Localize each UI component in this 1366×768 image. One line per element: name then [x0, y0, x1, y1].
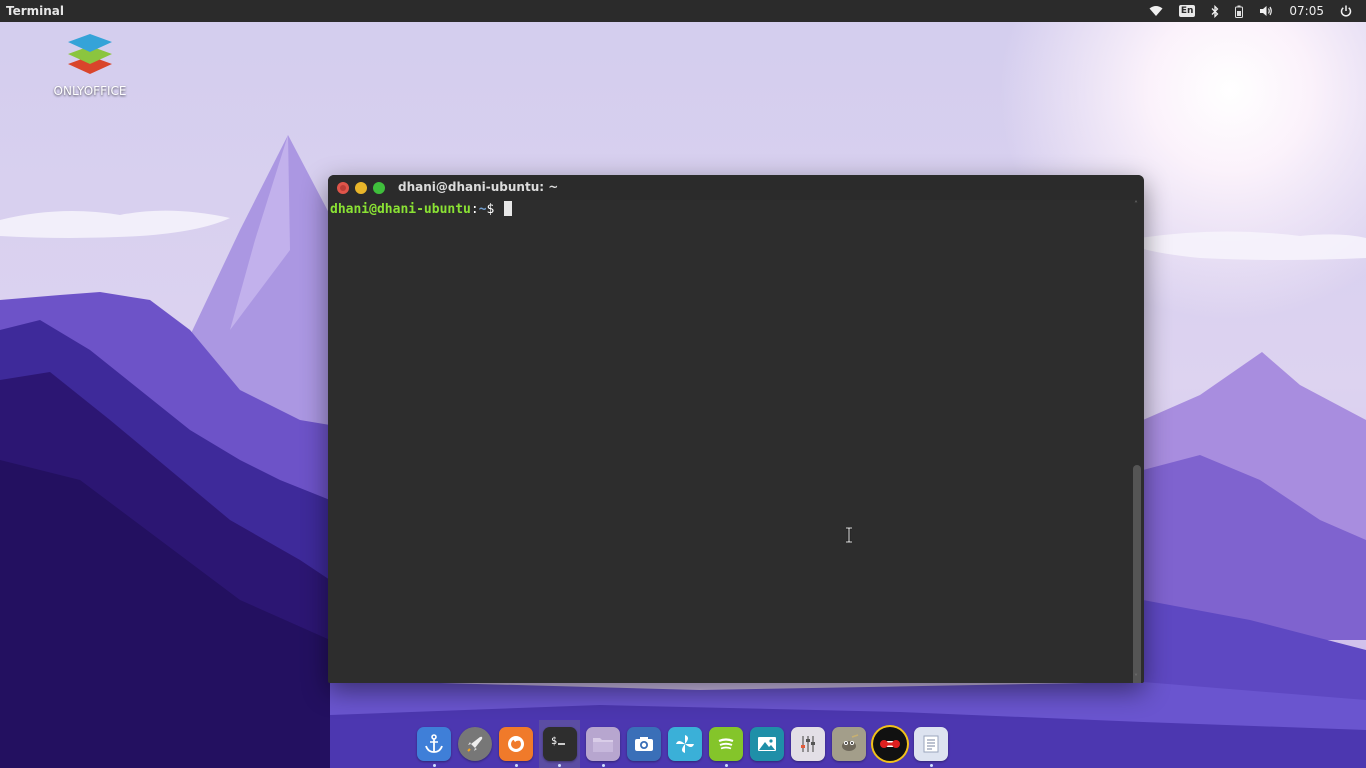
- top-panel: Terminal En 07:05: [0, 0, 1366, 22]
- scrollbar[interactable]: ˄ ˅: [1130, 200, 1144, 683]
- anchor-icon: [417, 727, 451, 761]
- screenshot-camera-icon: [627, 727, 661, 761]
- scroll-up-arrow-icon[interactable]: ˄: [1132, 201, 1140, 209]
- running-indicator: [558, 764, 561, 767]
- wifi-icon[interactable]: [1141, 0, 1171, 22]
- running-indicator: [929, 764, 933, 767]
- dock-item-robot[interactable]: [872, 720, 908, 768]
- maximize-button[interactable]: [373, 182, 385, 194]
- prompt-user-host: dhani@dhani-ubuntu: [330, 202, 471, 217]
- rocket-launcher-icon: [458, 727, 492, 761]
- battery-icon[interactable]: [1227, 0, 1251, 22]
- close-button[interactable]: [337, 182, 349, 194]
- dock: $: [416, 720, 949, 768]
- desktop-icon-label: ONLYOFFICE: [53, 84, 127, 98]
- dock-item-firefox[interactable]: [498, 720, 534, 768]
- image-viewer-icon: [750, 727, 784, 761]
- prompt-separator: :: [470, 202, 479, 217]
- prompt-symbol: $: [486, 202, 495, 217]
- keyboard-layout-icon[interactable]: En: [1171, 0, 1204, 22]
- active-app-title[interactable]: Terminal: [6, 4, 64, 18]
- gimp-icon: [832, 727, 866, 761]
- svg-text:$: $: [551, 736, 557, 747]
- dock-item-gimp[interactable]: [831, 720, 867, 768]
- terminal-icon: $: [542, 727, 577, 761]
- files-icon: [586, 727, 620, 761]
- dock-item-settings[interactable]: [790, 720, 826, 768]
- dock-item-files[interactable]: [585, 720, 621, 768]
- terminal-window: dhani@dhani-ubuntu: ~ dhani@dhani-ubuntu…: [328, 175, 1144, 683]
- running-indicator: [514, 764, 518, 767]
- dock-item-launcher[interactable]: [457, 720, 493, 768]
- keyboard-layout-label: En: [1178, 5, 1196, 17]
- text-editor-icon: [914, 727, 948, 761]
- volume-icon[interactable]: [1251, 0, 1281, 22]
- dock-item-swirl-app[interactable]: [667, 720, 703, 768]
- desktop-icon-onlyoffice[interactable]: ONLYOFFICE: [48, 30, 132, 98]
- dock-item-text-editor[interactable]: [913, 720, 949, 768]
- ibeam-cursor-icon: [846, 527, 852, 543]
- dock-item-anchor[interactable]: [416, 720, 452, 768]
- running-indicator: [724, 764, 728, 767]
- onlyoffice-icon: [65, 30, 115, 80]
- terminal-text-area[interactable]: dhani@dhani-ubuntu:~$: [328, 200, 1130, 683]
- bluetooth-icon[interactable]: [1203, 0, 1227, 22]
- scrollbar-thumb[interactable]: [1133, 465, 1141, 683]
- minimize-button[interactable]: [355, 182, 367, 194]
- window-title: dhani@dhani-ubuntu: ~: [398, 180, 559, 194]
- spotify-icon: [709, 727, 743, 761]
- blue-swirl-icon: [668, 727, 702, 761]
- running-indicator: [432, 764, 436, 767]
- running-indicator: [601, 764, 605, 767]
- prompt-path: ~: [478, 202, 487, 217]
- window-titlebar[interactable]: dhani@dhani-ubuntu: ~: [328, 175, 1144, 200]
- system-indicators: En 07:05: [1141, 0, 1360, 22]
- dock-item-terminal[interactable]: $: [539, 720, 580, 768]
- clock[interactable]: 07:05: [1281, 0, 1332, 22]
- dock-item-image-viewer[interactable]: [749, 720, 785, 768]
- power-icon[interactable]: [1332, 0, 1360, 22]
- dock-item-screenshot[interactable]: [626, 720, 662, 768]
- firefox-icon: [499, 727, 533, 761]
- text-cursor: [504, 201, 513, 216]
- dock-item-spotify[interactable]: [708, 720, 744, 768]
- red-robot-icon: [873, 727, 907, 761]
- settings-sliders-icon: [791, 727, 825, 761]
- scroll-down-arrow-icon[interactable]: ˅: [1132, 674, 1140, 682]
